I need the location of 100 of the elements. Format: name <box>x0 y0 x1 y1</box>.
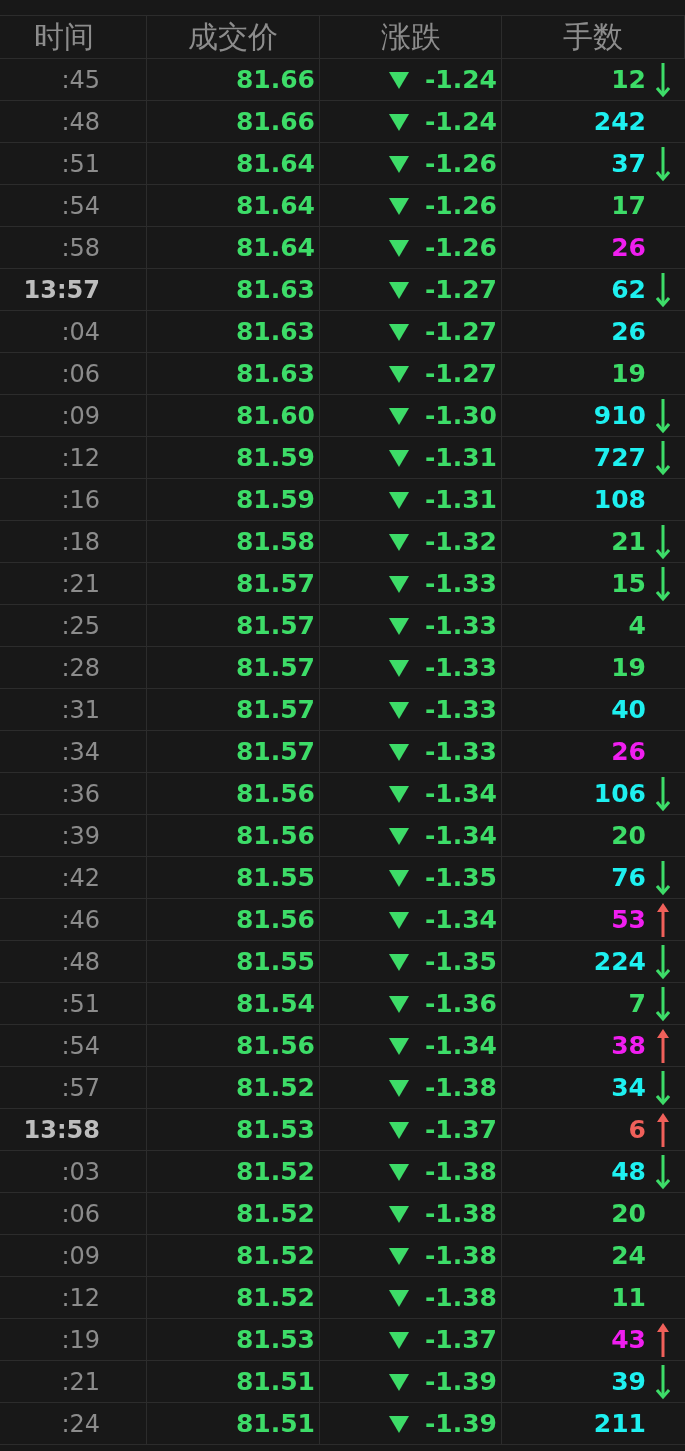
price-cell-text: 81.56 <box>235 777 315 810</box>
change-cell-text: -1.34 <box>424 777 497 810</box>
column-header: 手数 <box>563 22 623 52</box>
price-cell-text: 81.55 <box>235 861 315 894</box>
price-cell-text: 81.52 <box>235 1197 315 1230</box>
volume-cell-text: 39 <box>611 1365 646 1398</box>
change-cell-text: -1.33 <box>424 567 497 600</box>
price-cell-text: 81.57 <box>235 609 315 642</box>
price-cell-text: 81.54 <box>235 987 315 1020</box>
price-cell-text: 81.56 <box>235 1029 315 1062</box>
price-cell-text: 81.56 <box>235 819 315 852</box>
time-cell-text: :28 <box>61 652 100 684</box>
change-cell-text: -1.33 <box>424 693 497 726</box>
change-cell-text: -1.38 <box>424 1155 497 1188</box>
column-header: 涨跌 <box>380 22 441 52</box>
time-cell-text: :06 <box>61 358 100 390</box>
volume-cell-text: 15 <box>611 567 646 600</box>
volume-cell-text: 34 <box>611 1071 646 1104</box>
price-cell-text: 81.52 <box>235 1281 315 1314</box>
volume-cell-text: 26 <box>611 315 646 348</box>
time-cell-text: :04 <box>61 316 100 348</box>
time-cell-text: :31 <box>61 694 100 726</box>
volume-cell-text: 40 <box>611 693 646 726</box>
time-cell-text: :21 <box>61 568 100 600</box>
volume-cell-text: 43 <box>611 1323 646 1356</box>
change-cell-text: -1.35 <box>424 861 497 894</box>
time-cell-text: :21 <box>61 1366 100 1398</box>
change-cell-text: -1.35 <box>424 945 497 978</box>
volume-cell-text: 21 <box>611 525 646 558</box>
price-cell-text: 81.66 <box>235 105 315 138</box>
time-cell-text: :03 <box>61 1156 100 1188</box>
price-cell-text: 81.53 <box>235 1113 315 1146</box>
change-cell-text: -1.26 <box>424 231 497 264</box>
volume-cell-text: 108 <box>593 483 646 516</box>
time-cell-text: :09 <box>61 1240 100 1272</box>
price-cell-text: 81.64 <box>235 147 315 180</box>
volume-cell-text: 53 <box>611 903 646 936</box>
time-cell-text: :12 <box>61 442 100 474</box>
price-cell-text: 81.66 <box>235 63 315 96</box>
change-cell-text: -1.26 <box>424 189 497 222</box>
volume-cell-text: 12 <box>611 63 646 96</box>
volume-cell-text: 4 <box>628 609 646 642</box>
change-cell-text: -1.27 <box>424 357 497 390</box>
time-cell-text: :51 <box>61 148 100 180</box>
change-cell-text: -1.27 <box>424 273 497 306</box>
price-cell-text: 81.64 <box>235 231 315 264</box>
change-cell-text: -1.33 <box>424 735 497 768</box>
time-cell-text: :54 <box>61 190 100 222</box>
volume-cell-text: 242 <box>593 105 646 138</box>
time-cell-text: 13:57 <box>23 274 100 306</box>
time-cell-text: :39 <box>61 820 100 852</box>
change-cell-text: -1.37 <box>424 1323 497 1356</box>
volume-cell-text: 211 <box>593 1407 646 1440</box>
volume-cell-text: 48 <box>611 1155 646 1188</box>
volume-cell-text: 24 <box>611 1239 646 1272</box>
volume-cell-text: 20 <box>611 1197 646 1230</box>
price-cell-text: 81.57 <box>235 735 315 768</box>
price-cell-text: 81.59 <box>235 441 315 474</box>
time-cell-text: :54 <box>61 1030 100 1062</box>
price-cell-text: 81.63 <box>235 357 315 390</box>
volume-cell-text: 11 <box>611 1281 646 1314</box>
change-cell-text: -1.33 <box>424 609 497 642</box>
price-cell-text: 81.51 <box>235 1365 315 1398</box>
change-cell-text: -1.38 <box>424 1281 497 1314</box>
time-cell-text: :34 <box>61 736 100 768</box>
change-cell-text: -1.26 <box>424 147 497 180</box>
time-cell-text: :09 <box>61 400 100 432</box>
change-cell-text: -1.30 <box>424 399 497 432</box>
change-cell-text: -1.33 <box>424 651 497 684</box>
volume-cell-text: 19 <box>611 651 646 684</box>
change-cell-text: -1.34 <box>424 819 497 852</box>
change-cell-text: -1.37 <box>424 1113 497 1146</box>
price-cell-text: 81.57 <box>235 567 315 600</box>
price-cell-text: 81.63 <box>235 273 315 306</box>
time-cell-text: :42 <box>61 862 100 894</box>
change-cell-text: -1.31 <box>424 441 497 474</box>
price-cell-text: 81.57 <box>235 651 315 684</box>
change-cell-text: -1.31 <box>424 483 497 516</box>
price-cell-text: 81.60 <box>235 399 315 432</box>
price-cell-text: 81.56 <box>235 903 315 936</box>
price-cell-text: 81.55 <box>235 945 315 978</box>
volume-cell-text: 62 <box>611 273 646 306</box>
change-cell-text: -1.24 <box>424 105 497 138</box>
time-cell-text: :19 <box>61 1324 100 1356</box>
change-cell-text: -1.39 <box>424 1407 497 1440</box>
change-cell-text: -1.39 <box>424 1365 497 1398</box>
change-cell-text: -1.34 <box>424 903 497 936</box>
time-cell-text: :36 <box>61 778 100 810</box>
column-header: 时间 <box>34 22 94 52</box>
volume-cell-text: 106 <box>593 777 646 810</box>
price-cell-text: 81.51 <box>235 1407 315 1440</box>
volume-cell-text: 224 <box>593 945 646 978</box>
time-cell-text: :25 <box>61 610 100 642</box>
change-cell-text: -1.34 <box>424 1029 497 1062</box>
price-cell-text: 81.52 <box>235 1071 315 1104</box>
price-cell-text: 81.53 <box>235 1323 315 1356</box>
price-cell-text: 81.52 <box>235 1155 315 1188</box>
volume-cell-text: 17 <box>611 189 646 222</box>
change-cell-text: -1.38 <box>424 1239 497 1272</box>
change-cell-text: -1.32 <box>424 525 497 558</box>
